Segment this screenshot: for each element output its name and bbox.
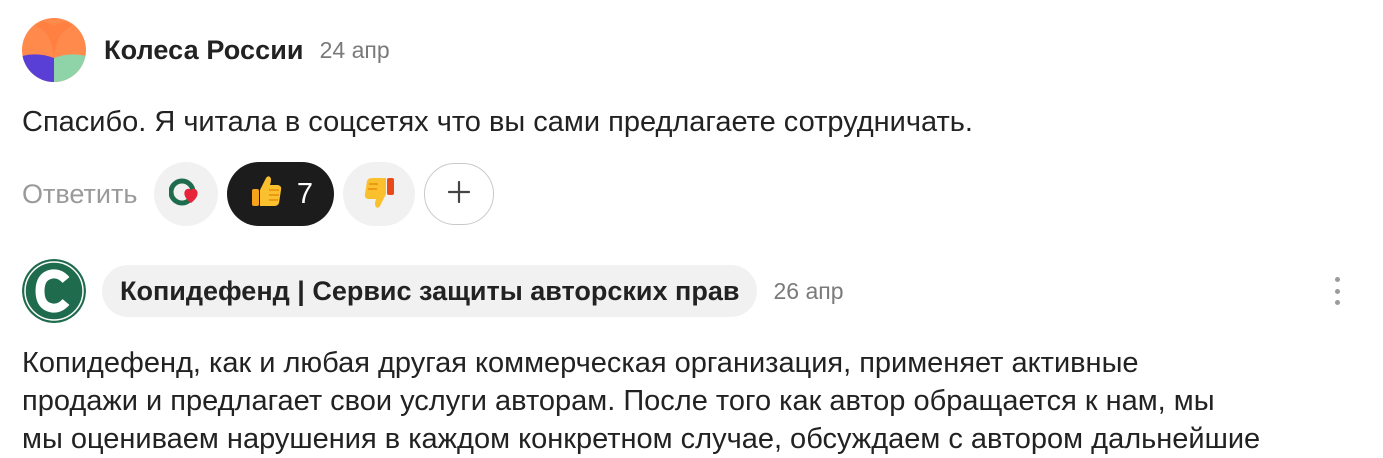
comment-date: 24 апр (319, 36, 390, 63)
reaction-like-button[interactable]: 7 (227, 162, 335, 226)
dot (1334, 288, 1340, 294)
comment-text-line: мы оцениваем нарушения в каждом конкретн… (22, 423, 1261, 455)
comment-text-line: продажи и предлагает свои услуги авторам… (22, 385, 1215, 417)
dot (1334, 300, 1340, 305)
comment-text: Копидефенд, как и любая другая коммерчес… (22, 344, 1362, 458)
add-reaction-button[interactable] (424, 163, 495, 225)
avatar[interactable] (22, 259, 86, 323)
reply-button[interactable]: Ответить (22, 179, 137, 210)
comment-date: 26 апр (773, 277, 844, 304)
comment-author[interactable]: Копидефенд | Сервис защиты авторских пра… (102, 265, 758, 317)
comment-text-line: Копидефенд, как и любая другая коммерчес… (22, 347, 1139, 379)
comment-header: Колеса России 24 апр (22, 18, 1362, 82)
reaction-brand-button[interactable] (154, 162, 219, 226)
reaction-dislike-button[interactable] (343, 162, 416, 226)
like-count: 7 (296, 177, 313, 210)
comment-item: Колеса России 24 апр Спасибо. Я читала в… (22, 18, 1362, 226)
thumbs-down-icon (361, 174, 397, 215)
brand-heart-icon (168, 177, 203, 212)
comment-author[interactable]: Колеса России (104, 35, 304, 66)
comment-actions: Ответить 7 (22, 162, 495, 226)
more-vertical-icon[interactable] (1334, 277, 1340, 305)
comment-item: Копидефенд | Сервис защиты авторских пра… (22, 259, 1362, 455)
avatar[interactable] (22, 18, 86, 82)
dot (1334, 277, 1340, 282)
comment-header: Копидефенд | Сервис защиты авторских пра… (22, 259, 1362, 323)
plus-icon (447, 180, 471, 209)
thumbs-up-icon (249, 174, 285, 215)
comment-text: Спасибо. Я читала в соцсетях что вы сами… (22, 106, 973, 138)
